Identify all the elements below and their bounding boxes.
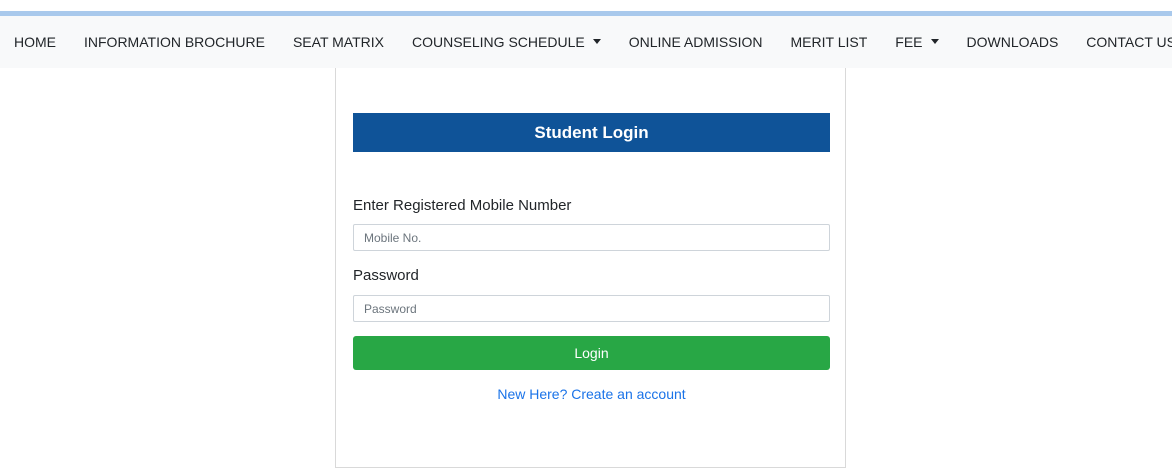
main-navbar: HOME INFORMATION BROCHURE SEAT MATRIX CO… [0, 16, 1172, 68]
login-title: Student Login [353, 113, 830, 152]
login-button[interactable]: Login [353, 336, 830, 370]
caret-down-icon [930, 38, 939, 44]
nav-item-information-brochure[interactable]: INFORMATION BROCHURE [70, 16, 279, 68]
password-input[interactable] [353, 295, 830, 322]
nav-item-merit-list[interactable]: MERIT LIST [777, 16, 882, 68]
nav-item-label: INFORMATION BROCHURE [84, 34, 265, 50]
nav-item-label: FEE [895, 34, 923, 50]
nav-item-label: COUNSELING SCHEDULE [411, 34, 585, 50]
nav-item-online-admission[interactable]: ONLINE ADMISSION [615, 16, 777, 68]
nav-item-contact-us[interactable]: CONTACT US [1072, 16, 1172, 68]
password-label: Password [353, 267, 419, 284]
mobile-number-input[interactable] [353, 224, 830, 251]
nav-item-seat-matrix[interactable]: SEAT MATRIX [279, 16, 398, 68]
nav-item-label: DOWNLOADS [966, 34, 1059, 50]
login-card: Student Login Enter Registered Mobile Nu… [335, 68, 846, 468]
mobile-label: Enter Registered Mobile Number [353, 197, 572, 214]
caret-down-icon [592, 38, 601, 44]
nav-item-label: ONLINE ADMISSION [628, 34, 763, 50]
nav-item-label: SEAT MATRIX [292, 34, 384, 50]
nav-item-counseling-schedule-dropdown[interactable]: COUNSELING SCHEDULE [398, 16, 615, 68]
nav-item-label: MERIT LIST [790, 34, 868, 50]
nav-item-downloads[interactable]: DOWNLOADS [953, 16, 1073, 68]
create-account-link[interactable]: New Here? Create an account [353, 386, 830, 402]
nav-item-label: CONTACT US [1086, 34, 1172, 50]
nav-item-fee-dropdown[interactable]: FEE [881, 16, 952, 68]
nav-item-home[interactable]: HOME [0, 16, 70, 68]
nav-item-label: HOME [14, 34, 56, 50]
